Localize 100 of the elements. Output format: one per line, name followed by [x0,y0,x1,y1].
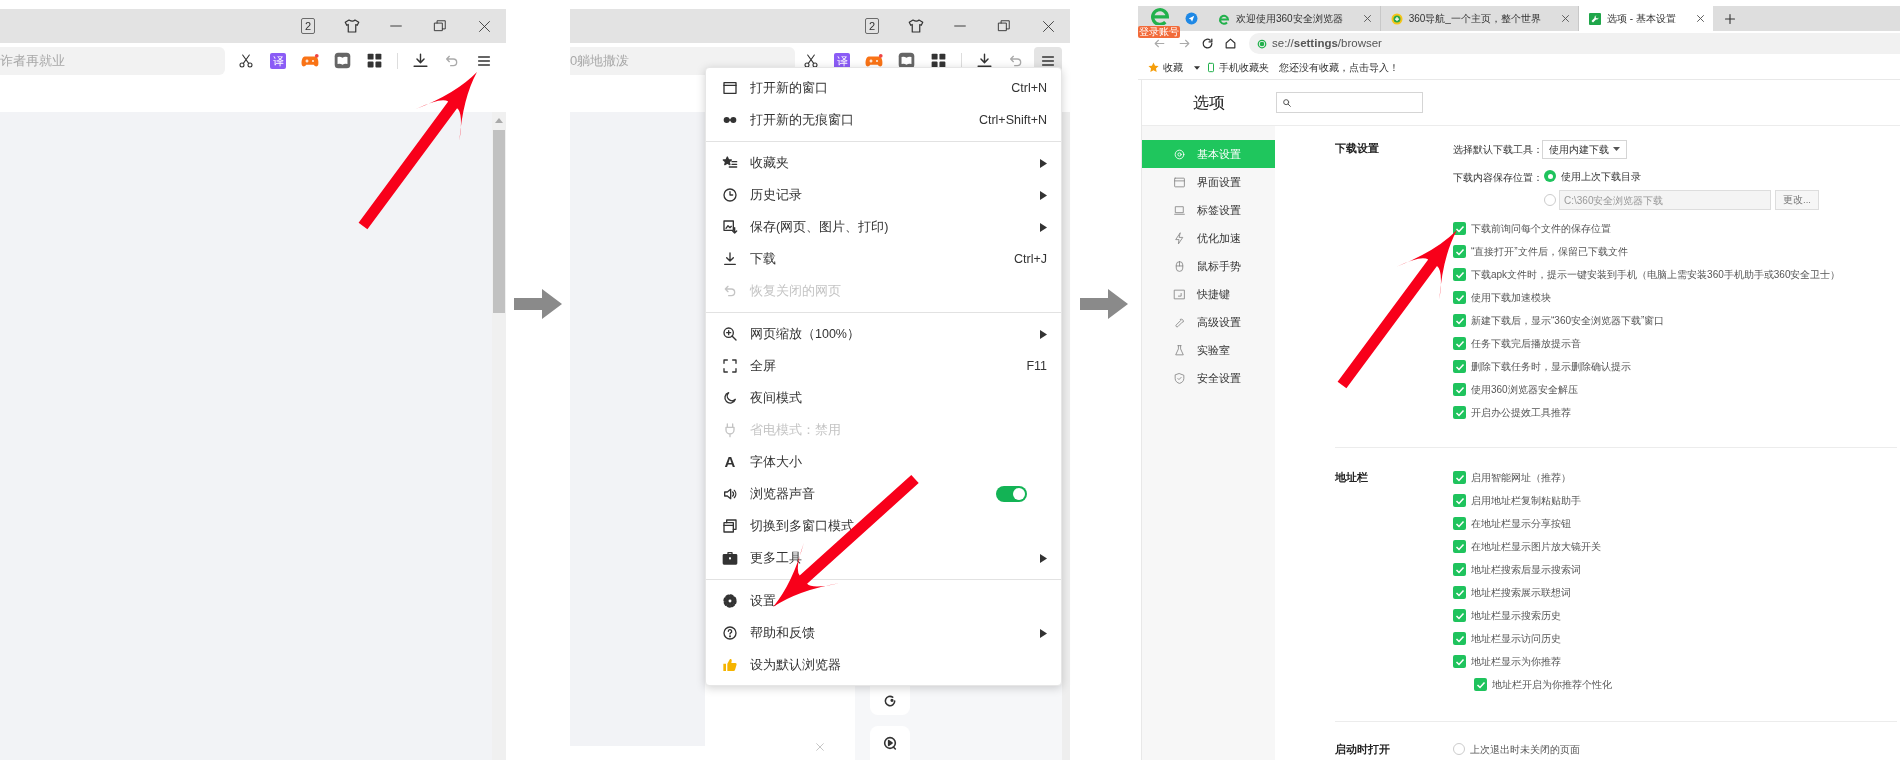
checkbox-label: 使用下载加速模块 [1471,291,1551,305]
radio-button[interactable] [1544,194,1556,206]
shirt-icon[interactable] [907,17,925,35]
bookmark-item[interactable]: 收藏 [1148,60,1200,75]
close-icon[interactable] [476,18,492,34]
checkbox[interactable] [1453,406,1466,419]
bookmark-item[interactable]: 手机收藏夹 [1206,60,1269,75]
sidebar-item[interactable]: 安全设置 [1142,364,1275,392]
scroll-up-icon[interactable] [495,118,503,123]
sidebar-item[interactable]: 优化加速 [1142,224,1275,252]
book-icon[interactable] [333,52,351,69]
sidebar-item[interactable]: 鼠标手势 [1142,252,1275,280]
menu-item[interactable]: 设为默认浏览器 [706,649,1061,681]
close-icon[interactable] [1695,14,1705,23]
apps-grid-icon[interactable] [366,53,382,68]
windows-icon [722,518,738,534]
radio-button[interactable] [1544,170,1556,182]
checkbox[interactable] [1453,540,1466,553]
back-icon[interactable] [1153,37,1166,50]
browser-tab[interactable]: 选项 - 基本设置 [1578,6,1713,31]
sidebar-item[interactable]: 界面设置 [1142,168,1275,196]
submenu-arrow-icon [1040,222,1047,232]
close-icon[interactable] [1560,14,1570,23]
checkbox[interactable] [1453,632,1466,645]
sidebar-tool-button[interactable] [870,726,910,760]
scrollbar-thumb[interactable] [493,130,505,313]
menu-item[interactable]: 网页缩放（100%） [706,318,1061,350]
dropdown[interactable]: 使用内建下载 [1542,139,1627,159]
checkbox[interactable] [1474,678,1487,691]
briefcase-icon [722,550,738,566]
checkbox-label: 启用智能网址（推荐） [1471,471,1571,485]
tab-count-badge[interactable]: 2 [864,18,880,34]
scrollbar-track[interactable] [492,112,506,760]
sidebar-item[interactable]: 标签设置 [1142,196,1275,224]
menu-item[interactable]: 设置 [706,585,1061,617]
checkbox[interactable] [1453,245,1466,258]
menu-item[interactable]: 全屏 F11 [706,350,1061,382]
address-field[interactable]: se://settings/browser [1249,33,1900,54]
checkbox[interactable] [1453,609,1466,622]
reload-icon[interactable] [1201,37,1214,50]
checkbox[interactable] [1453,314,1466,327]
search-field[interactable] [1276,92,1423,113]
checkbox[interactable] [1453,655,1466,668]
new-tab-icon[interactable] [1723,12,1736,25]
download-icon[interactable] [975,52,993,69]
change-button[interactable]: 更改... [1775,190,1819,210]
download-icon[interactable] [411,52,429,69]
book-icon[interactable] [897,52,915,69]
scissors-icon[interactable] [802,52,819,69]
menu-item[interactable]: A 字体大小 [706,446,1061,478]
shortcut-label: Ctrl+N [1011,79,1047,97]
sidebar-item[interactable]: 快捷键 [1142,280,1275,308]
mouse-icon [1173,259,1186,273]
scissors-icon[interactable] [238,52,254,69]
browser-logo-icon [1218,12,1230,25]
gamepad-icon[interactable] [865,52,884,69]
checkbox[interactable] [1453,222,1466,235]
menu-item[interactable]: 保存(网页、图片、打印) [706,211,1061,243]
sidebar-item[interactable]: 实验室 [1142,336,1275,364]
toggle-switch[interactable] [996,486,1027,502]
menu-item[interactable]: 帮助和反馈 [706,617,1061,649]
translate-button[interactable]: 译 [834,52,851,69]
home-icon[interactable] [1224,37,1237,50]
checkbox-label: 在地址栏显示分享按钮 [1471,517,1571,531]
checkbox[interactable] [1453,494,1466,507]
download-icon [722,251,738,267]
checkbox[interactable] [1453,337,1466,350]
menu-item[interactable]: 打开新的窗口 Ctrl+N [706,72,1061,104]
checkbox[interactable] [1453,586,1466,599]
menu-item[interactable]: 收藏夹 [706,147,1061,179]
menu-item[interactable]: 夜间模式 [706,382,1061,414]
checkbox[interactable] [1453,471,1466,484]
gamepad-icon[interactable] [301,52,319,69]
sidebar-item[interactable]: 高级设置 [1142,308,1275,336]
checkbox[interactable] [1453,291,1466,304]
apps-grid-icon[interactable] [930,53,946,68]
translate-button[interactable]: 译 [270,52,286,69]
checkbox[interactable] [1453,563,1466,576]
restore-icon[interactable] [997,19,1011,33]
close-icon[interactable] [1362,14,1372,23]
forward-icon[interactable] [1178,37,1191,50]
menu-item[interactable]: 下载 Ctrl+J [706,243,1061,275]
close-icon[interactable] [1040,18,1056,34]
browser-logo-icon[interactable] [1150,7,1170,25]
send-icon[interactable] [1184,12,1198,25]
checkbox[interactable] [1453,517,1466,530]
menu-item[interactable]: 更多工具 [706,542,1061,574]
menu-item[interactable]: 打开新的无痕窗口 Ctrl+Shift+N [706,104,1061,136]
shirt-icon[interactable] [343,17,361,35]
scrollbar-track[interactable] [1062,112,1070,760]
menu-item[interactable]: 历史记录 [706,179,1061,211]
tab-count-badge[interactable]: 2 [300,18,316,34]
checkbox-label: “直接打开”文件后，保留已下载文件 [1471,245,1628,259]
checkbox[interactable] [1453,383,1466,396]
clock-icon [722,187,738,203]
restore-icon[interactable] [433,19,447,33]
radio-button[interactable] [1453,743,1465,755]
checkbox[interactable] [1453,268,1466,281]
checkbox-label: 下载前询问每个文件的保存位置 [1471,222,1611,236]
checkbox[interactable] [1453,360,1466,373]
